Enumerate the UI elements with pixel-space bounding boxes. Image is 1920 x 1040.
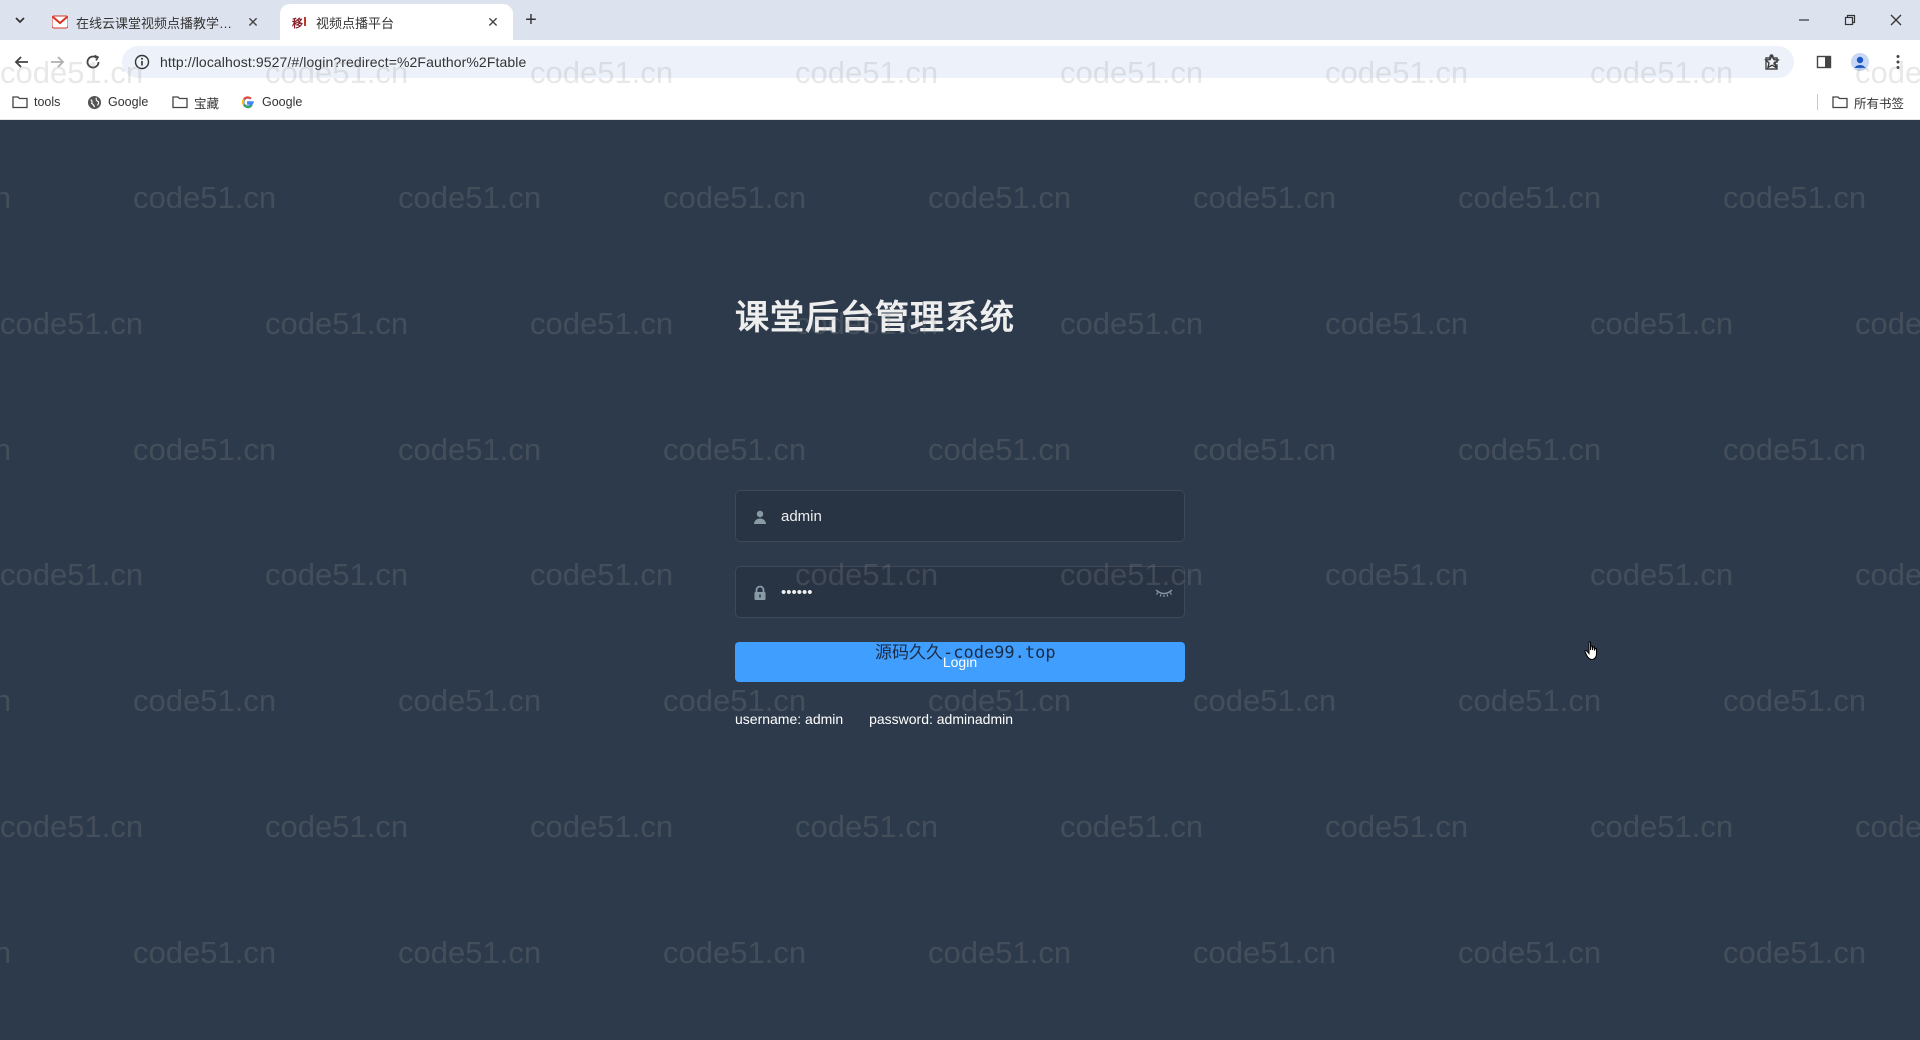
password-input[interactable]: [781, 567, 1141, 617]
arrow-left-icon: [14, 56, 28, 68]
google-icon: [240, 94, 256, 110]
password-field-wrapper: [735, 566, 1185, 618]
url-text: http://localhost:9527/#/login?redirect=%…: [160, 54, 527, 70]
browser-tabstrip: 在线云课堂视频点播教学门户系统 ✕ 移 视频点播平台 ✕ +: [0, 0, 1920, 40]
bookmark-label: tools: [34, 95, 61, 109]
bookmark-label: Google: [262, 95, 303, 109]
tab-close-icon[interactable]: ✕: [483, 12, 503, 32]
svg-text:移: 移: [292, 16, 303, 29]
reload-button[interactable]: [81, 50, 105, 74]
lock-icon: [750, 583, 770, 603]
all-bookmarks-button[interactable]: 所有书签: [1832, 92, 1904, 112]
chevron-down-icon: [15, 17, 25, 24]
forward-button[interactable]: [45, 50, 69, 74]
arrow-right-icon: [51, 56, 65, 68]
folder-icon: [172, 94, 188, 110]
tip-username: username: admin: [735, 711, 844, 727]
bookmark-label: Google: [108, 95, 149, 109]
hand-cursor-icon: [1584, 641, 1597, 661]
bookmark-label: 所有书签: [1854, 96, 1905, 111]
extensions-button[interactable]: [1760, 50, 1784, 74]
tip-password: password: adminadmin: [869, 711, 1014, 727]
folder-icon: [1832, 94, 1848, 110]
minimize-icon: [1799, 19, 1809, 21]
close-window-button[interactable]: [1882, 6, 1910, 34]
username-field-wrapper: [735, 490, 1185, 542]
minimize-button[interactable]: [1790, 6, 1818, 34]
tab-close-icon[interactable]: ✕: [243, 12, 263, 32]
gmail-icon: [52, 14, 68, 30]
bookmark-folder-treasure[interactable]: 宝藏: [172, 92, 219, 112]
eye-closed-icon[interactable]: [1154, 583, 1174, 603]
side-panel-button[interactable]: [1812, 50, 1836, 74]
site-info-icon[interactable]: [132, 52, 152, 72]
login-page: 课堂后台管理系统 Login 源码久久-code99.top username:…: [0, 120, 1920, 1040]
tab-title: 视频点播平台: [316, 15, 395, 31]
login-button[interactable]: Login: [735, 642, 1185, 682]
restore-button[interactable]: [1836, 6, 1864, 34]
tab-search-button[interactable]: [8, 8, 32, 32]
page-title: 课堂后台管理系统: [735, 298, 1015, 338]
address-bar[interactable]: http://localhost:9527/#/login?redirect=%…: [122, 46, 1794, 78]
profile-button[interactable]: [1848, 50, 1872, 74]
bookmarks-divider: [1817, 94, 1818, 110]
more-vertical-icon: [1896, 55, 1900, 69]
login-tips: username: admin password: adminadmin: [735, 711, 1035, 727]
restore-icon: [1844, 14, 1856, 26]
user-icon: [750, 507, 770, 527]
username-input[interactable]: [781, 491, 1141, 541]
bookmark-label: 宝藏: [194, 96, 220, 111]
tab-course-portal[interactable]: 在线云课堂视频点播教学门户系统 ✕: [40, 4, 273, 40]
browser-toolbar: http://localhost:9527/#/login?redirect=%…: [0, 40, 1920, 84]
reload-icon: [86, 54, 100, 69]
browser-menu-button[interactable]: [1886, 50, 1910, 74]
folder-icon: [12, 94, 28, 110]
bookmark-google-2[interactable]: Google: [240, 92, 302, 112]
close-icon: [1890, 14, 1902, 26]
bookmarks-bar: tools Google 宝藏 Google 所有书签: [0, 84, 1920, 120]
avatar-icon: [1851, 53, 1869, 71]
puzzle-icon: [1765, 54, 1778, 70]
tab-title: 在线云课堂视频点播教学门户系统: [76, 15, 243, 31]
site-favicon-icon: 移: [292, 14, 308, 30]
side-panel-icon: [1816, 55, 1832, 69]
bookmark-folder-tools[interactable]: tools: [12, 92, 60, 112]
back-button[interactable]: [10, 50, 34, 74]
tab-video-platform[interactable]: 移 视频点播平台 ✕: [280, 4, 513, 40]
globe-icon: [86, 94, 102, 110]
bookmark-google[interactable]: Google: [86, 92, 148, 112]
new-tab-button[interactable]: +: [520, 9, 542, 31]
